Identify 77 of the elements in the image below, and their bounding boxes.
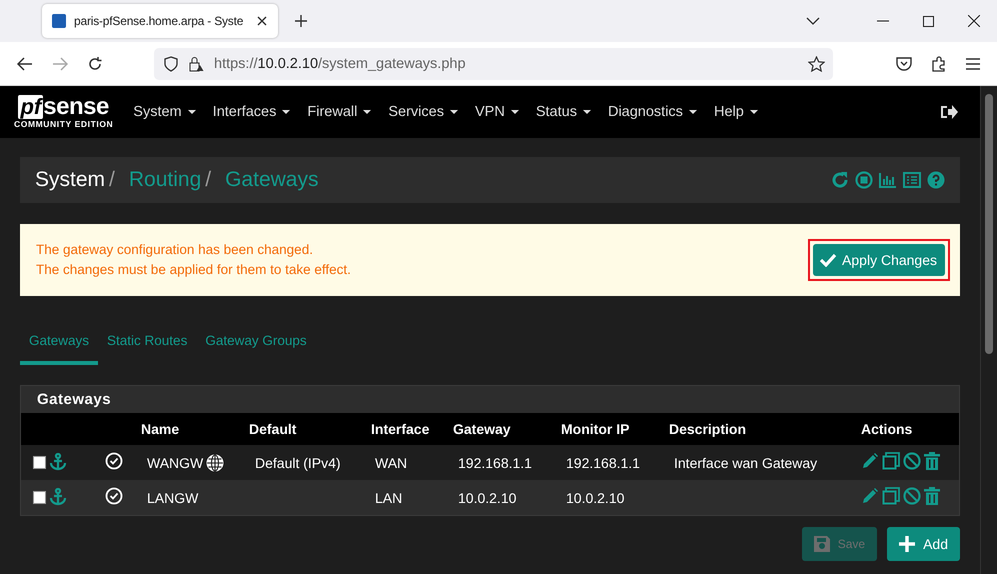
- plus-icon: [899, 536, 916, 552]
- tab[interactable]: Gateway Groups: [196, 320, 316, 365]
- breadcrumb-item[interactable]: Routing: [128, 168, 202, 192]
- chevron-down-icon[interactable]: [806, 17, 820, 25]
- close-icon[interactable]: [968, 15, 980, 27]
- table-cell: 10.0.2.10: [566, 490, 624, 506]
- table-cell: WAN: [375, 454, 408, 470]
- table-cell: 192.168.1.1: [458, 454, 532, 470]
- minimize-icon[interactable]: [877, 20, 889, 22]
- maximize-icon[interactable]: [923, 16, 934, 26]
- menu-item[interactable]: VPN: [475, 104, 519, 120]
- trash-icon[interactable]: [924, 487, 940, 505]
- menu-item[interactable]: Status: [536, 104, 591, 120]
- back-arrow-icon[interactable]: [17, 56, 33, 70]
- anchor-icon[interactable]: [49, 488, 67, 506]
- pencil-icon[interactable]: [861, 487, 879, 505]
- star-icon[interactable]: [808, 56, 825, 72]
- check-circle-icon: [105, 487, 123, 505]
- column-header: Gateway: [453, 413, 561, 445]
- trash-icon[interactable]: [924, 452, 940, 470]
- ban-icon[interactable]: [903, 452, 921, 470]
- puzzle-icon[interactable]: [931, 56, 947, 72]
- pfsense-logo[interactable]: pfsense COMMUNITY EDITION: [14, 95, 114, 129]
- panel-title: Gateways: [36, 390, 112, 410]
- tab[interactable]: Gateways: [20, 320, 98, 365]
- table-cell: LANGW: [147, 490, 198, 506]
- breadcrumb-item[interactable]: Gateways: [225, 168, 318, 192]
- logout-icon[interactable]: [940, 104, 958, 120]
- logo-icon: [52, 14, 66, 28]
- column-header: Monitor IP: [561, 413, 669, 445]
- column-header: Description: [669, 413, 861, 445]
- bar-chart-icon[interactable]: [879, 172, 897, 188]
- menu-item[interactable]: Help: [714, 104, 758, 120]
- apply-changes-button[interactable]: Apply Changes: [813, 244, 945, 276]
- stop-icon[interactable]: [855, 171, 873, 189]
- menu-item[interactable]: System: [133, 104, 196, 120]
- menu-item[interactable]: Interfaces: [212, 104, 290, 120]
- row-checkbox[interactable]: [33, 490, 46, 504]
- table-cell: 192.168.1.1: [566, 454, 640, 470]
- menu-item[interactable]: Diagnostics: [608, 104, 697, 120]
- breadcrumb-item: System: [35, 168, 106, 192]
- browser-tab[interactable]: paris-pfSense.home.arpa - Syste: [42, 4, 278, 38]
- menu-item[interactable]: Services: [388, 104, 458, 120]
- list-icon[interactable]: [903, 172, 921, 188]
- copy-icon[interactable]: [882, 487, 900, 505]
- breadcrumb-separator: /: [109, 168, 115, 192]
- address-field[interactable]: https://10.0.2.10/system_gateways.php: [154, 48, 833, 80]
- alert-message: The gateway configuration has been changed.: [36, 241, 314, 259]
- ban-icon[interactable]: [903, 487, 921, 505]
- shield-icon: [164, 56, 178, 72]
- menu-item[interactable]: Firewall: [307, 104, 372, 120]
- pencil-icon[interactable]: [861, 452, 879, 470]
- menu-icon[interactable]: [966, 58, 980, 70]
- new-tab-icon[interactable]: [294, 14, 308, 28]
- help-icon[interactable]: [927, 171, 945, 189]
- add-button[interactable]: Add: [887, 527, 960, 561]
- column-header: Actions: [861, 413, 959, 445]
- pocket-icon[interactable]: [896, 56, 912, 71]
- alert-message: The changes must be applied for them to take effect.: [36, 261, 352, 279]
- check-circle-icon: [105, 452, 123, 470]
- breadcrumb-separator: /: [205, 168, 212, 192]
- column-header: Name: [141, 413, 249, 445]
- table-cell: LAN: [375, 490, 402, 506]
- table-cell: WANGW: [147, 454, 204, 470]
- tab[interactable]: Static Routes: [98, 320, 196, 365]
- column-header: Interface: [371, 413, 453, 445]
- row-checkbox[interactable]: [33, 456, 46, 469]
- reload-icon[interactable]: [87, 56, 103, 72]
- close-icon[interactable]: [256, 15, 268, 27]
- copy-icon[interactable]: [882, 452, 900, 470]
- lock-warning-icon: [188, 56, 204, 72]
- column-header: Default: [249, 413, 371, 445]
- table-cell: Default (IPv4): [255, 454, 341, 470]
- table-cell: 10.0.2.10: [458, 490, 516, 506]
- anchor-icon[interactable]: [49, 453, 67, 472]
- table-cell: Interface wan Gateway: [674, 454, 818, 470]
- checkmark-icon: [819, 253, 838, 267]
